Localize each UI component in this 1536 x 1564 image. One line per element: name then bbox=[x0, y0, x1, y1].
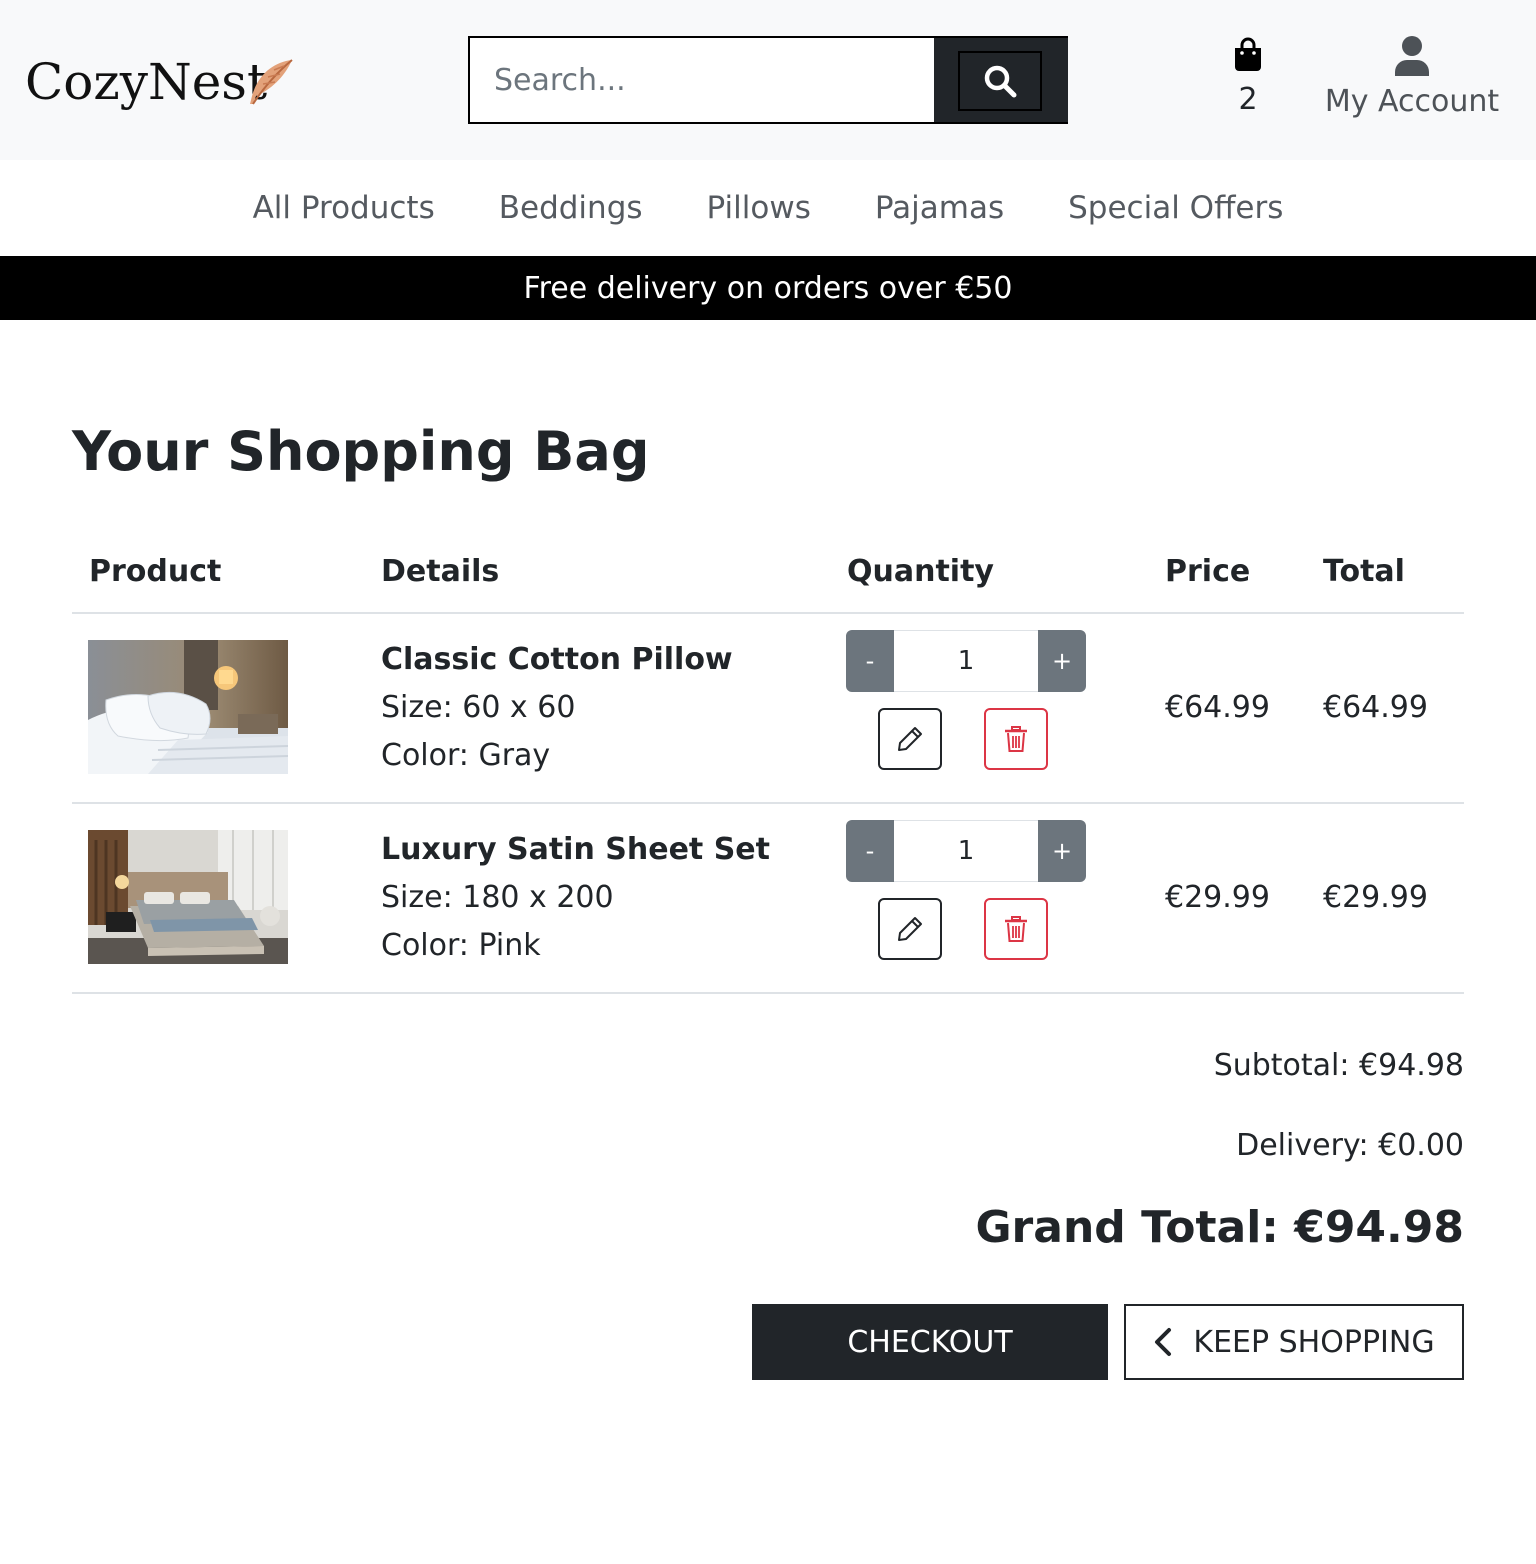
shopping-bag-link[interactable]: 2 bbox=[1218, 36, 1278, 117]
subtotal: Subtotal: €94.98 bbox=[1213, 1048, 1464, 1083]
column-header-product: Product bbox=[89, 554, 222, 589]
nav-pillows[interactable]: Pillows bbox=[707, 190, 811, 226]
table-row: Luxury Satin Sheet Set Size: 180 x 200 C… bbox=[0, 804, 1536, 994]
nav-all-products[interactable]: All Products bbox=[253, 190, 435, 226]
divider bbox=[72, 992, 1464, 994]
product-color: Color: Gray bbox=[381, 738, 551, 773]
pencil-icon bbox=[898, 917, 922, 941]
increment-button[interactable]: + bbox=[1038, 820, 1086, 882]
product-size: Size: 60 x 60 bbox=[381, 690, 576, 725]
product-image-sheet-set[interactable] bbox=[88, 830, 288, 964]
search-input[interactable] bbox=[470, 38, 934, 122]
item-total: €64.99 bbox=[1323, 690, 1428, 725]
item-price: €64.99 bbox=[1165, 690, 1270, 725]
product-image-pillow[interactable] bbox=[88, 640, 288, 774]
column-header-details: Details bbox=[381, 554, 500, 589]
pencil-icon bbox=[898, 727, 922, 751]
update-button[interactable] bbox=[878, 898, 942, 960]
remove-button[interactable] bbox=[984, 898, 1048, 960]
product-color: Color: Pink bbox=[381, 928, 541, 963]
update-button[interactable] bbox=[878, 708, 942, 770]
grand-total: Grand Total: €94.98 bbox=[975, 1202, 1464, 1253]
search-button[interactable] bbox=[934, 38, 1068, 122]
user-icon bbox=[1395, 36, 1429, 76]
keep-shopping-button[interactable]: KEEP SHOPPING bbox=[1124, 1304, 1464, 1380]
decrement-button[interactable]: - bbox=[846, 630, 894, 692]
page-title: Your Shopping Bag bbox=[72, 420, 650, 483]
trash-icon bbox=[1005, 726, 1027, 752]
product-name: Classic Cotton Pillow bbox=[381, 642, 733, 677]
product-name: Luxury Satin Sheet Set bbox=[381, 832, 770, 867]
column-header-total: Total bbox=[1323, 554, 1405, 589]
remove-button[interactable] bbox=[984, 708, 1048, 770]
product-size: Size: 180 x 200 bbox=[381, 880, 614, 915]
decrement-button[interactable]: - bbox=[846, 820, 894, 882]
main-nav: All Products Beddings Pillows Pajamas Sp… bbox=[0, 160, 1536, 256]
increment-button[interactable]: + bbox=[1038, 630, 1086, 692]
column-header-quantity: Quantity bbox=[847, 554, 994, 589]
checkout-button[interactable]: CHECKOUT bbox=[752, 1304, 1108, 1380]
delivery-cost: Delivery: €0.00 bbox=[1236, 1128, 1464, 1163]
account-label: My Account bbox=[1324, 84, 1500, 119]
trash-icon bbox=[1005, 916, 1027, 942]
nav-pajamas[interactable]: Pajamas bbox=[875, 190, 1004, 226]
chevron-left-icon bbox=[1155, 1328, 1172, 1356]
shopping-bag-icon bbox=[1235, 37, 1261, 71]
nav-beddings[interactable]: Beddings bbox=[499, 190, 643, 226]
bag-count: 2 bbox=[1238, 82, 1258, 117]
brand-logo[interactable]: CozyNest bbox=[25, 52, 267, 112]
column-header-price: Price bbox=[1165, 554, 1251, 589]
quantity-stepper: - + bbox=[846, 820, 1086, 882]
table-row: Classic Cotton Pillow Size: 60 x 60 Colo… bbox=[0, 614, 1536, 804]
quantity-input[interactable] bbox=[894, 630, 1038, 692]
nav-special-offers[interactable]: Special Offers bbox=[1068, 190, 1283, 226]
quantity-input[interactable] bbox=[894, 820, 1038, 882]
item-price: €29.99 bbox=[1165, 880, 1270, 915]
delivery-banner: Free delivery on orders over €50 bbox=[0, 256, 1536, 320]
header: CozyNest 2 My Account bbox=[0, 0, 1536, 160]
item-total: €29.99 bbox=[1323, 880, 1428, 915]
my-account-link[interactable]: My Account bbox=[1322, 34, 1502, 119]
feather-icon bbox=[250, 59, 293, 105]
keep-shopping-label: KEEP SHOPPING bbox=[1193, 1324, 1435, 1360]
quantity-stepper: - + bbox=[846, 630, 1086, 692]
search-icon bbox=[958, 51, 1042, 111]
search-bar bbox=[468, 36, 1068, 124]
